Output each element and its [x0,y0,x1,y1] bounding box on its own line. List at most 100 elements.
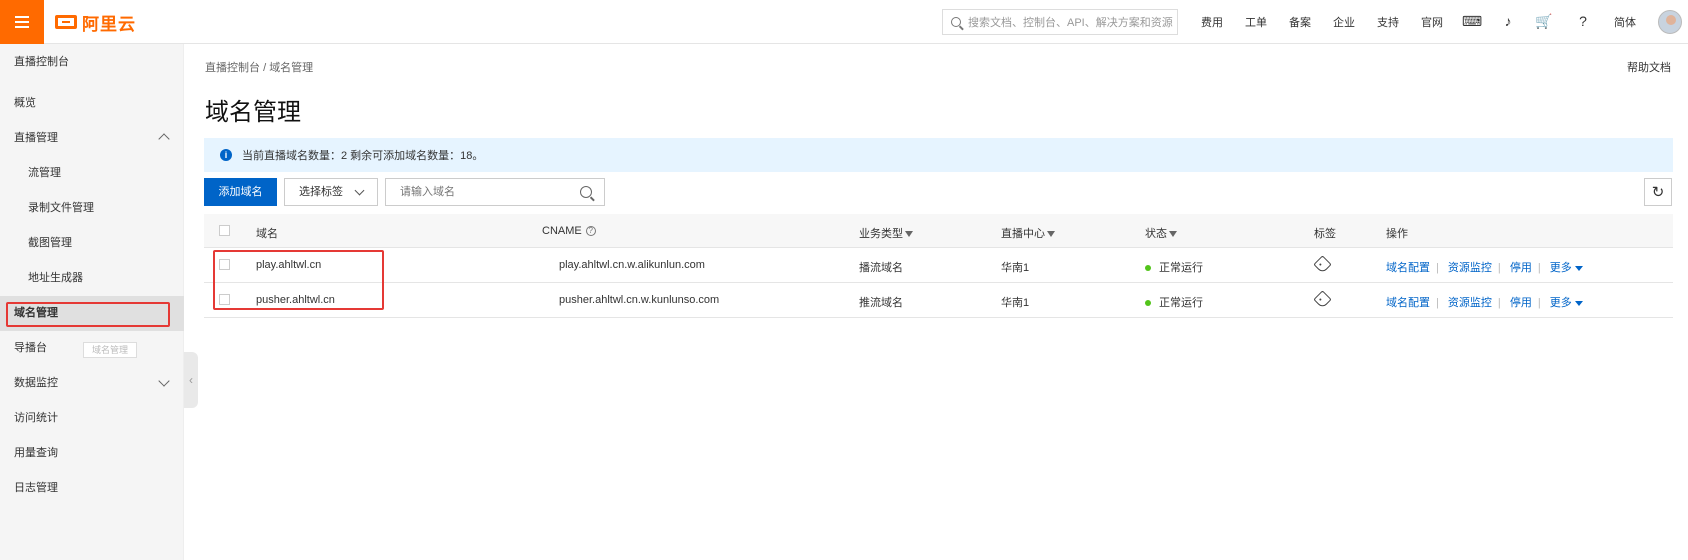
column-status[interactable]: 状态 [1145,225,1177,241]
caret-down-icon [1574,300,1583,306]
sidebar-item-label: 数据监控 [14,377,58,389]
filter-icon[interactable] [1047,231,1055,238]
disable-link[interactable]: 停用 [1510,297,1532,309]
status-cell: 正常运行 [1145,294,1203,310]
refresh-button[interactable]: ↻ [1644,178,1672,206]
tag-icon[interactable] [1313,290,1332,309]
collapse-sidebar-button[interactable]: ‹ [184,352,198,408]
aliyun-logo[interactable]: 阿里云 [55,12,136,34]
highlight-domain-list [213,250,384,310]
column-domain: 域名 [256,228,278,240]
table-header: 域名 CNAME? 业务类型 直播中心 状态 标签 操作 [204,214,1673,248]
column-actions: 操作 [1386,228,1408,240]
help-icon[interactable]: ? [1574,12,1592,30]
chevron-up-icon [158,133,170,145]
caret-down-icon [1574,265,1583,271]
column-live-center[interactable]: 直播中心 [1001,225,1055,241]
language-switch[interactable]: 简体 [1614,14,1636,30]
status-text: 正常运行 [1159,297,1203,309]
more-dropdown[interactable]: 更多 [1550,297,1583,309]
live-center-cell: 华南1 [1001,262,1030,274]
sidebar-item-overview[interactable]: 概览 [0,86,184,121]
filter-icon[interactable] [1169,231,1177,238]
more-label: 更多 [1549,297,1572,309]
global-search[interactable]: 搜索文档、控制台、API、解决方案和资源 [942,9,1178,35]
notice-text: 当前直播域名数量：2 剩余可添加域名数量：18。 [242,150,484,162]
status-text: 正常运行 [1159,262,1203,274]
help-circle-icon[interactable]: ? [585,226,596,237]
action-separator: | [1497,262,1501,274]
domain-count-notice: i 当前直播域名数量：2 剩余可添加域名数量：18。 [204,138,1673,172]
add-domain-button[interactable]: 添加域名 [204,178,277,206]
sidebar-item-url-generator[interactable]: 地址生成器 [0,261,184,296]
breadcrumb-root[interactable]: 直播控制台 [205,62,260,74]
action-separator: | [1436,297,1439,309]
nav-website[interactable]: 官网 [1421,14,1443,30]
resource-monitor-link[interactable]: 资源监控 [1448,297,1492,309]
sidebar-item-screenshots[interactable]: 截图管理 [0,226,184,261]
nav-support[interactable]: 支持 [1377,14,1399,30]
sidebar-item-stream-management[interactable]: 流管理 [0,156,184,191]
top-navigation: 阿里云 搜索文档、控制台、API、解决方案和资源 费用 工单 备案 企业 支持 … [0,0,1688,44]
live-center-cell: 华南1 [1001,297,1030,309]
sidebar-item-live-management[interactable]: 直播管理 [0,121,184,156]
row-actions: 域名配置 | 资源监控 | 停用 | 更多 [1386,259,1583,275]
sidebar-title[interactable]: 直播控制台 [0,45,184,80]
menu-icon[interactable] [0,0,44,44]
logo-text: 阿里云 [82,14,136,34]
sidebar-item-recording-files[interactable]: 录制文件管理 [0,191,184,226]
column-tags: 标签 [1314,228,1336,240]
cname-cell: play.ahltwl.cn.w.alikunlun.com [559,259,705,271]
select-all-checkbox[interactable] [219,225,230,236]
breadcrumb-separator: / [263,62,267,74]
table-row: play.ahltwl.cn play.ahltwl.cn.w.alikunlu… [204,248,1673,283]
user-avatar[interactable] [1658,10,1682,34]
resource-monitor-link[interactable]: 资源监控 [1448,262,1492,274]
sidebar-item-data-monitoring[interactable]: 数据监控 [0,366,184,401]
column-cname: CNAME? [542,225,596,237]
nav-fees[interactable]: 费用 [1201,14,1223,30]
column-status-label: 状态 [1145,228,1167,240]
page-title: 域名管理 [205,99,301,126]
business-type-cell: 播流域名 [859,262,903,274]
tag-select[interactable]: 选择标签 [284,178,378,206]
column-business-type[interactable]: 业务类型 [859,225,913,241]
domain-config-link[interactable]: 域名配置 [1386,297,1430,309]
column-live-center-label: 直播中心 [1001,228,1045,240]
tag-icon[interactable] [1313,255,1332,274]
sidebar-tooltip: 域名管理 [83,342,137,358]
more-label: 更多 [1549,262,1572,274]
more-dropdown[interactable]: 更多 [1550,262,1583,274]
disable-link[interactable]: 停用 [1510,262,1532,274]
breadcrumb-current: 域名管理 [269,62,314,74]
sidebar-item-log-management[interactable]: 日志管理 [0,471,184,506]
action-separator: | [1497,297,1501,309]
business-type-cell: 推流域名 [859,297,903,309]
domain-search-input[interactable] [386,179,566,205]
cart-icon[interactable]: 🛒 [1535,12,1553,30]
row-actions: 域名配置 | 资源监控 | 停用 | 更多 [1386,294,1583,310]
chevron-down-icon [354,185,365,196]
domain-config-link[interactable]: 域名配置 [1386,262,1430,274]
cname-cell: pusher.ahltwl.cn.w.kunlunso.com [559,294,720,306]
status-cell: 正常运行 [1145,259,1203,275]
sidebar-item-access-stats[interactable]: 访问统计 [0,401,184,436]
sidebar-item-label: 直播管理 [14,132,58,144]
bell-icon[interactable]: ♪ [1499,12,1517,30]
domain-search-box[interactable] [385,178,605,206]
sidebar-item-usage-query[interactable]: 用量查询 [0,436,184,471]
filter-icon[interactable] [905,231,913,238]
terminal-icon[interactable]: ⌨ [1462,12,1482,30]
aliyun-logo-icon [55,15,77,29]
highlight-sidebar-domain [6,302,170,327]
chevron-down-icon [158,375,170,387]
column-business-type-label: 业务类型 [859,228,903,240]
action-separator: | [1537,297,1541,309]
nav-enterprise[interactable]: 企业 [1333,14,1355,30]
nav-tickets[interactable]: 工单 [1245,14,1267,30]
search-icon[interactable] [580,186,592,198]
nav-filing[interactable]: 备案 [1289,14,1311,30]
help-docs-link[interactable]: 帮助文档 [1627,59,1671,75]
table-row: pusher.ahltwl.cn pusher.ahltwl.cn.w.kunl… [204,283,1673,318]
column-cname-label: CNAME [542,225,582,237]
